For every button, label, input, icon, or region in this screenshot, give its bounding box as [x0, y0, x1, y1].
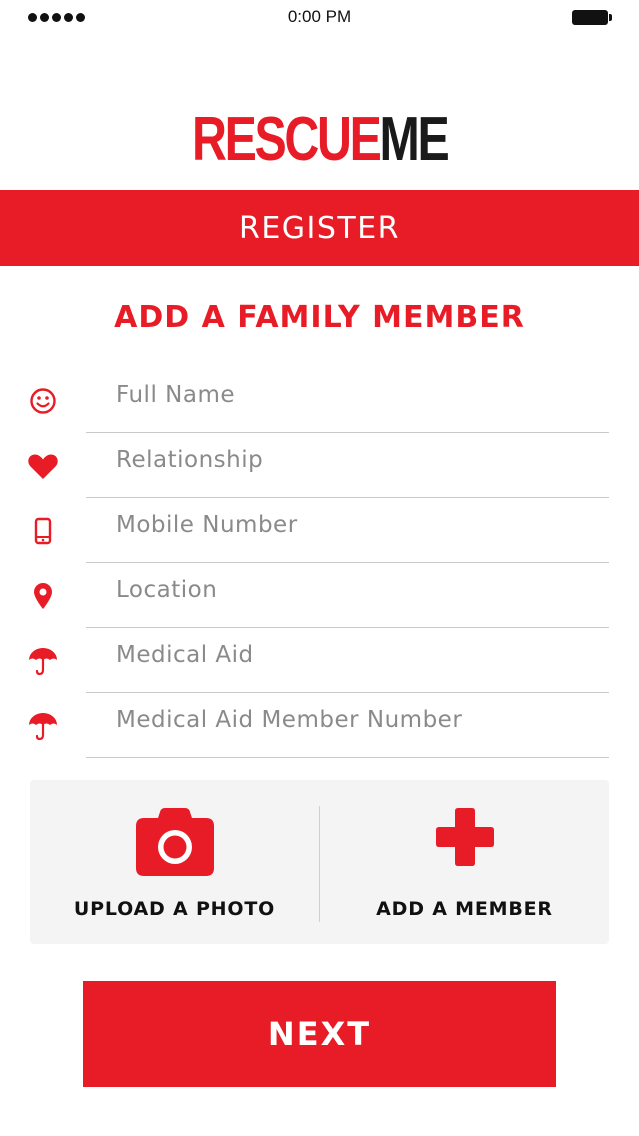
status-time: 0:00 PM [287, 7, 352, 26]
upload-photo-label: UPLOAD A PHOTO [73, 898, 276, 920]
full-name-field[interactable] [0, 368, 639, 433]
camera-icon [135, 808, 214, 878]
relationship-input[interactable] [116, 447, 596, 473]
action-panel: UPLOAD A PHOTO ADD A MEMBER [30, 780, 609, 944]
upload-photo-button[interactable]: UPLOAD A PHOTO [30, 780, 319, 944]
location-input[interactable] [116, 577, 596, 603]
smiley-icon [26, 384, 60, 418]
medical-aid-input[interactable] [116, 642, 596, 668]
umbrella-icon [26, 644, 60, 678]
field-divider [86, 757, 609, 758]
location-pin-icon [26, 579, 60, 613]
umbrella-icon [26, 709, 60, 743]
add-member-button[interactable]: ADD A MEMBER [320, 780, 609, 944]
heart-icon [26, 449, 60, 483]
form-title: ADD A FAMILY MEMBER [114, 300, 525, 335]
full-name-input[interactable] [116, 382, 596, 408]
next-button[interactable]: NEXT [83, 981, 556, 1087]
medical-aid-member-number-field[interactable] [0, 693, 639, 758]
relationship-field[interactable] [0, 433, 639, 498]
medical-aid-field[interactable] [0, 628, 639, 693]
mobile-number-input[interactable] [116, 512, 596, 538]
register-title: REGISTER [238, 210, 401, 246]
logo-text-me: ME [379, 105, 449, 174]
status-bar: 0:00 PM [0, 0, 639, 36]
battery-icon [572, 10, 612, 25]
medical-aid-member-number-input[interactable] [116, 707, 596, 733]
app-logo: RESCUEME [0, 108, 639, 172]
location-field[interactable] [0, 563, 639, 628]
mobile-phone-icon [26, 514, 60, 548]
logo-text-rescue: RESCUE [191, 105, 382, 174]
plus-icon [435, 808, 494, 878]
mobile-number-field[interactable] [0, 498, 639, 563]
register-header: REGISTER [0, 190, 639, 266]
add-member-label: ADD A MEMBER [376, 898, 553, 920]
